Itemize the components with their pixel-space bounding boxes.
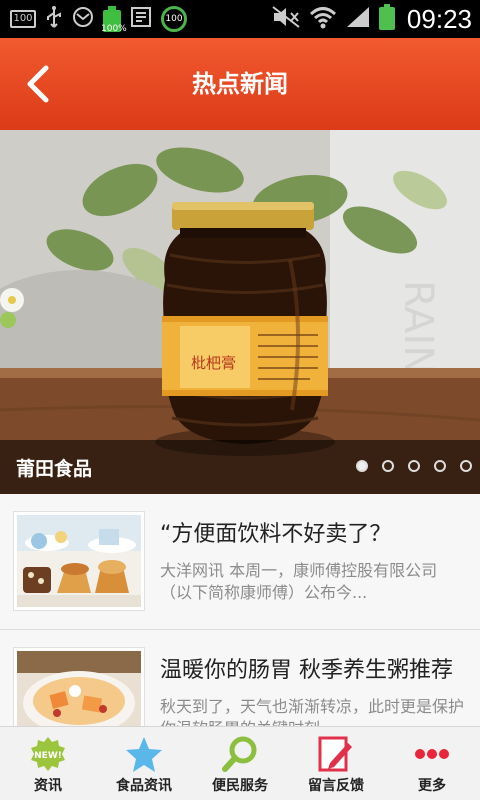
carousel-dot[interactable] [382, 460, 394, 472]
list-item[interactable]: 温暖你的肠胃 秋季养生粥推荐 秋天到了，天气也渐渐转凉，此时更是保护你温软肠胃的… [0, 630, 480, 726]
news-thumbnail [14, 512, 144, 610]
carousel-dot[interactable] [408, 460, 420, 472]
circle-100-icon: 100 [161, 6, 187, 32]
more-dots-icon [415, 749, 449, 759]
battery-icon [378, 4, 395, 34]
nav-item-news[interactable]: NEW! 资讯 [0, 727, 96, 800]
nav-item-services[interactable]: 便民服务 [192, 727, 288, 800]
carousel-dot[interactable] [460, 460, 472, 472]
nav-label: 留言反馈 [308, 778, 364, 794]
status-bar: 100 100% 100 09:23 [0, 0, 480, 38]
usb-icon [45, 5, 63, 33]
news-summary: 大洋网讯 本周一，康师傅控股有限公司（以下简称康师傅）公布今... [160, 561, 438, 602]
news-title: “方便面饮料不好卖了？ [160, 522, 392, 547]
star-icon [126, 737, 162, 772]
new-badge-icon: NEW! [31, 737, 65, 771]
nav-label: 便民服务 [212, 778, 268, 794]
battery-100-icon: 100% [101, 6, 127, 34]
nav-item-more[interactable]: 更多 [384, 727, 480, 800]
nav-label: 食品资讯 [116, 778, 172, 794]
wifi-icon [309, 5, 337, 33]
magnifier-icon [222, 736, 257, 772]
nav-label: 资讯 [34, 778, 62, 794]
nav-item-food-news[interactable]: 食品资讯 [96, 727, 192, 800]
edit-note-icon [318, 736, 352, 772]
app-screen: 100 100% 100 09:23 热点新闻 RAINB 枇杷膏 莆田食品 “… [0, 0, 480, 800]
text-icon [130, 5, 152, 33]
hero-caption: 莆田食品 [16, 458, 93, 480]
nav-item-feedback[interactable]: 留言反馈 [288, 727, 384, 800]
mute-icon [271, 5, 301, 33]
page-title: 热点新闻 [192, 70, 288, 98]
news-thumbnail [14, 648, 144, 726]
box-100-icon: 100 [10, 10, 36, 28]
nav-label: 更多 [418, 778, 446, 794]
bottom-nav: NEW! 资讯 食品资讯 便民服务 留言反馈 更多 [0, 726, 480, 800]
title-bar: 热点新闻 [0, 38, 480, 130]
news-list: “方便面饮料不好卖了？ 大洋网讯 本周一，康师傅控股有限公司（以下简称康师傅）公… [0, 494, 480, 726]
list-item[interactable]: “方便面饮料不好卖了？ 大洋网讯 本周一，康师傅控股有限公司（以下简称康师傅）公… [0, 494, 480, 630]
hero-caption-bar: 莆田食品 [0, 440, 480, 494]
carousel-indicator[interactable] [356, 460, 472, 472]
carousel-dot[interactable] [356, 460, 368, 472]
mail-icon [72, 6, 94, 32]
battery-percent: 100% [101, 24, 127, 34]
carousel-dot[interactable] [434, 460, 446, 472]
news-title: 温暖你的肠胃 秋季养生粥推荐 [160, 658, 453, 683]
hero-banner[interactable]: RAINB 枇杷膏 莆田食品 [0, 130, 480, 494]
svg-text:NEW!: NEW! [34, 751, 62, 761]
signal-icon [345, 5, 371, 33]
jar-label-text: 枇杷膏 [191, 354, 236, 372]
news-summary: 秋天到了，天气也渐渐转凉，此时更是保护你温软肠胃的关键时刻... [160, 697, 465, 726]
clock: 09:23 [406, 3, 472, 34]
